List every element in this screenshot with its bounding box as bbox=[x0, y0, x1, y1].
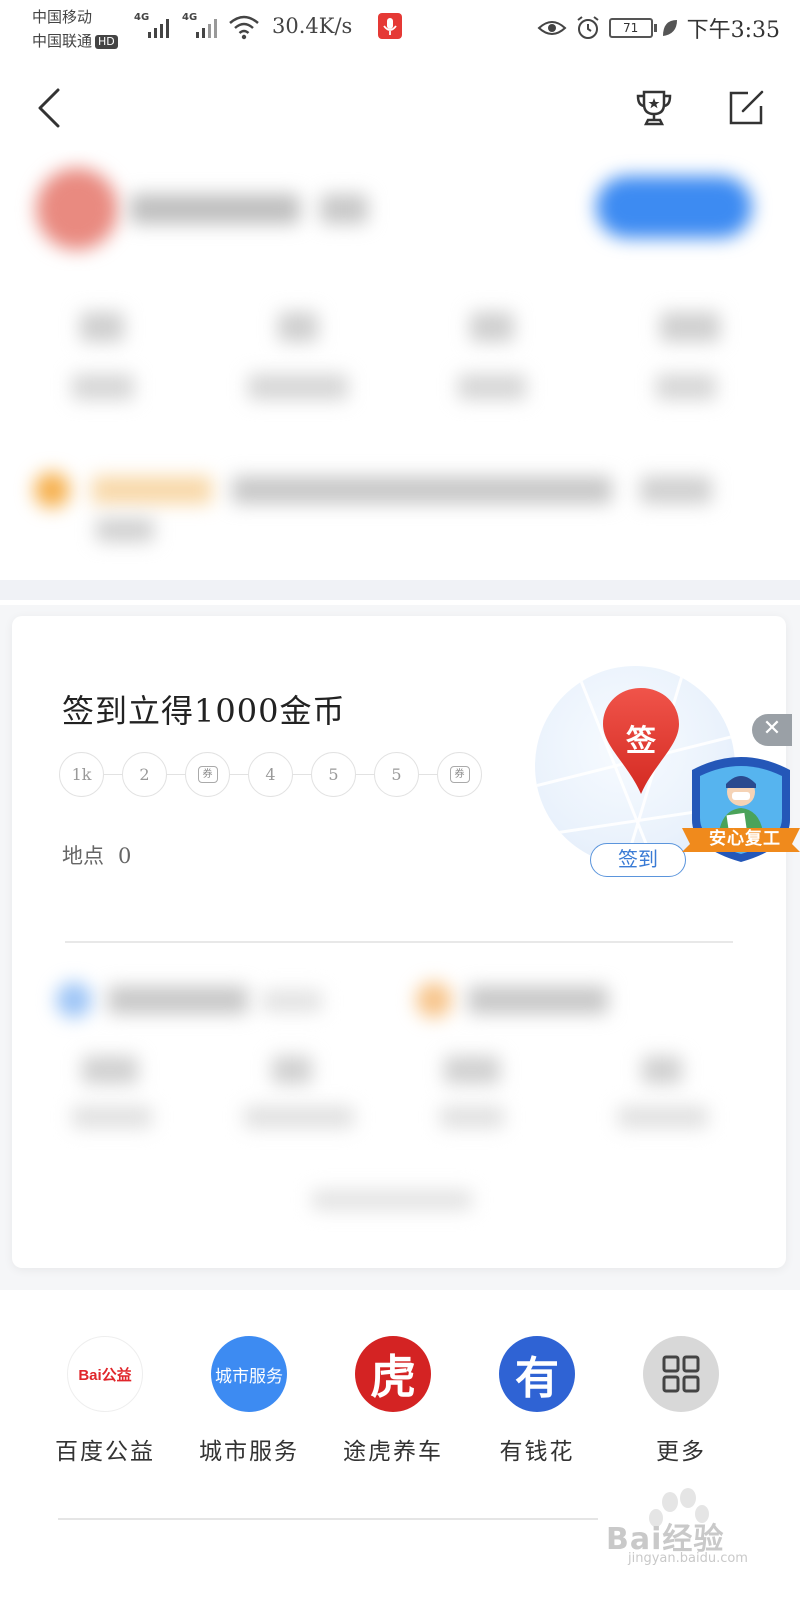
leaf-icon bbox=[662, 20, 677, 36]
signin-progress: 1k 2 券 4 5 5 券 bbox=[59, 752, 482, 797]
watermark-url: jingyan.baidu.com bbox=[628, 1551, 748, 1566]
blurred-icon bbox=[56, 982, 92, 1018]
avatar bbox=[36, 168, 118, 250]
signin-title: 签到立得1000金币 bbox=[62, 692, 346, 730]
card-divider bbox=[65, 941, 733, 943]
blurred-text bbox=[618, 1106, 708, 1128]
blurred-text bbox=[82, 1056, 138, 1084]
blurred-notice-text bbox=[96, 518, 154, 542]
blurred-text bbox=[272, 1056, 312, 1084]
day-5-dot: 5 bbox=[311, 752, 356, 797]
service-label: 城市服务 bbox=[199, 1439, 299, 1465]
blurred-text bbox=[72, 1106, 152, 1128]
blurred-text bbox=[244, 1106, 354, 1128]
blurred-text bbox=[468, 986, 608, 1014]
alarm-icon bbox=[576, 16, 599, 39]
service-label: 百度公益 bbox=[55, 1439, 155, 1465]
day-4-dot: 4 bbox=[248, 752, 293, 797]
blurred-notice-tag bbox=[92, 476, 212, 504]
city-service-icon: 城市服务 bbox=[211, 1336, 287, 1412]
blurred-icon bbox=[416, 982, 452, 1018]
clock: 下午3:35 bbox=[686, 18, 780, 43]
tuhu-icon: 虎 bbox=[355, 1336, 431, 1412]
back-arrow-icon[interactable] bbox=[36, 86, 64, 130]
blurred-text bbox=[108, 986, 248, 1014]
youqianhua-icon: 有 bbox=[499, 1336, 575, 1412]
blurred-notice-text bbox=[232, 476, 612, 504]
baidu-charity-icon: Bai公益 bbox=[67, 1336, 143, 1412]
place-count: 地点 0 bbox=[62, 840, 131, 870]
microphone-icon bbox=[378, 13, 402, 39]
blurred-task-section bbox=[12, 956, 786, 1246]
blurred-username bbox=[130, 194, 300, 224]
carrier-info: 中国移动 中国联通 HD bbox=[32, 5, 118, 53]
day-6-dot: 5 bbox=[374, 752, 419, 797]
trophy-icon[interactable] bbox=[634, 88, 674, 128]
battery-icon: 71 bbox=[608, 18, 657, 38]
blurred-notice-text bbox=[640, 476, 712, 504]
coupon-icon: 券 bbox=[449, 766, 470, 783]
blurred-stat bbox=[660, 312, 720, 342]
badge-label: 安心复工 bbox=[709, 829, 781, 849]
connector-line bbox=[293, 773, 311, 776]
status-right: 71 下午3:35 bbox=[537, 10, 780, 46]
day-3-dot: 券 bbox=[185, 752, 230, 797]
service-tuhu[interactable]: 虎 途虎养车 bbox=[328, 1336, 458, 1466]
blurred-stat-label bbox=[72, 374, 134, 400]
day-1-dot: 1k bbox=[59, 752, 104, 797]
bottom-divider bbox=[58, 1518, 598, 1520]
carrier-2: 中国联通 bbox=[32, 32, 93, 50]
service-label: 有钱花 bbox=[499, 1439, 575, 1465]
blurred-text bbox=[642, 1056, 682, 1084]
hd-badge: HD bbox=[95, 35, 118, 49]
blurred-text bbox=[312, 1190, 472, 1210]
status-bar: 中国移动 中国联通 HD 4G 4G 30.4K/s 71 下午3:35 bbox=[0, 0, 800, 56]
wifi-icon bbox=[229, 15, 259, 40]
connector-line bbox=[167, 773, 185, 776]
service-more[interactable]: 更多 bbox=[616, 1336, 746, 1466]
day-2-dot: 2 bbox=[122, 752, 167, 797]
blurred-stat bbox=[470, 312, 514, 342]
blurred-action-button bbox=[596, 176, 752, 238]
signin-card: 签到立得1000金币 1k 2 券 4 5 5 券 地点 0 签 签到 安心复工 bbox=[12, 616, 800, 1268]
nav-bar bbox=[0, 56, 800, 156]
blurred-stat-label bbox=[248, 374, 348, 400]
network-speed: 30.4K/s bbox=[272, 14, 353, 38]
pin-label: 签 bbox=[626, 724, 656, 759]
blurred-text bbox=[262, 990, 322, 1012]
eye-icon bbox=[537, 21, 567, 35]
blurred-stat bbox=[278, 312, 318, 342]
blurred-notice-icon bbox=[34, 472, 70, 508]
connector-line bbox=[104, 773, 122, 776]
signin-button[interactable]: 签到 bbox=[590, 843, 686, 877]
close-icon[interactable]: ✕ bbox=[752, 714, 792, 746]
service-youqianhua[interactable]: 有 有钱花 bbox=[472, 1336, 602, 1466]
blurred-text bbox=[440, 1106, 504, 1128]
blurred-stat-label bbox=[656, 374, 716, 400]
section-separator bbox=[0, 580, 800, 600]
connector-line bbox=[356, 773, 374, 776]
blurred-stat bbox=[80, 312, 124, 342]
blurred-stat-label bbox=[458, 374, 526, 400]
service-label: 更多 bbox=[656, 1439, 706, 1465]
connector-line bbox=[230, 773, 248, 776]
day-7-dot: 券 bbox=[437, 752, 482, 797]
coupon-icon: 券 bbox=[197, 766, 218, 783]
grid-more-icon bbox=[643, 1336, 719, 1412]
edit-icon[interactable] bbox=[726, 88, 766, 128]
blurred-profile-section bbox=[0, 150, 800, 605]
blurred-level bbox=[320, 194, 368, 224]
service-label: 途虎养车 bbox=[343, 1439, 443, 1465]
place-value: 0 bbox=[118, 844, 132, 868]
service-city[interactable]: 城市服务 城市服务 bbox=[184, 1336, 314, 1466]
service-baidu-charity[interactable]: Bai公益 百度公益 bbox=[40, 1336, 170, 1466]
place-label: 地点 bbox=[62, 844, 104, 868]
blurred-text bbox=[444, 1056, 500, 1084]
carrier-1: 中国移动 bbox=[32, 8, 93, 26]
connector-line bbox=[419, 773, 437, 776]
